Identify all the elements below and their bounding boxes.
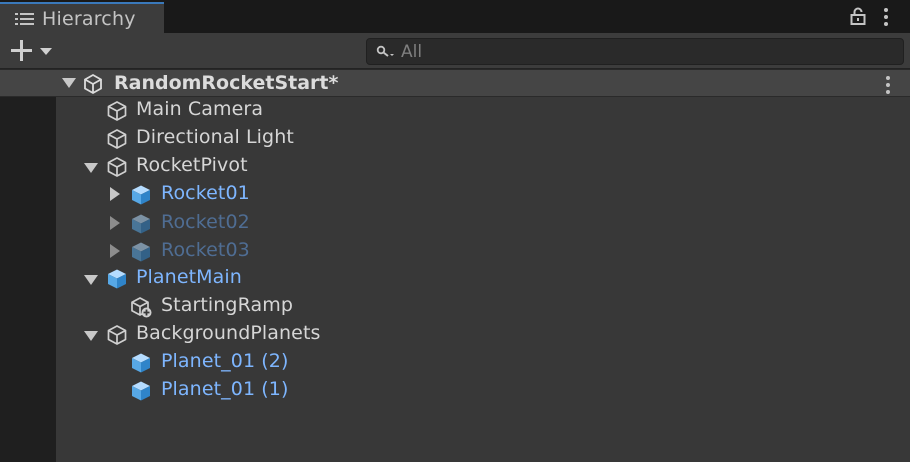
hierarchy-item-planet-01-2[interactable]: Planet_01 (2)	[56, 349, 910, 377]
hierarchy-item-planet-main[interactable]: PlanetMain	[56, 265, 910, 293]
foldout-collapsed-icon[interactable]	[110, 216, 120, 230]
foldout-expanded-icon[interactable]	[62, 78, 76, 88]
item-label: Planet_01 (2)	[161, 350, 289, 372]
scene-header[interactable]: RandomRocketStart*	[0, 70, 910, 97]
hierarchy-item-rocket03[interactable]: Rocket03	[56, 238, 910, 266]
hierarchy-item-rocket02[interactable]: Rocket02	[56, 210, 910, 238]
prefab-icon	[132, 242, 150, 262]
item-label: Planet_01 (1)	[161, 378, 289, 400]
prefab-icon	[108, 269, 126, 289]
hierarchy-item-rocket-pivot[interactable]: RocketPivot	[56, 153, 910, 181]
hierarchy-item-planet-01-1[interactable]: Planet_01 (1)	[56, 377, 910, 405]
search-field[interactable]	[366, 38, 904, 65]
foldout-collapsed-icon[interactable]	[110, 244, 120, 258]
prefab-icon	[132, 353, 150, 373]
gameobject-icon	[107, 325, 127, 345]
item-label: StartingRamp	[161, 294, 293, 316]
tab-menu-icon[interactable]	[884, 8, 888, 26]
scene-name: RandomRocketStart*	[114, 72, 339, 94]
foldout-expanded-icon[interactable]	[84, 331, 98, 341]
foldout-expanded-icon[interactable]	[84, 163, 98, 173]
item-label: PlanetMain	[136, 266, 242, 288]
item-label: Directional Light	[136, 126, 294, 148]
prefab-icon	[132, 381, 150, 401]
item-label: Main Camera	[136, 98, 264, 120]
search-icon	[376, 45, 394, 57]
added-gameobject-icon	[131, 297, 152, 318]
create-button[interactable]	[8, 38, 56, 64]
hierarchy-item-directional-light[interactable]: Directional Light	[56, 125, 910, 153]
item-label: RocketPivot	[136, 154, 248, 176]
item-label: Rocket03	[161, 239, 250, 261]
lock-icon[interactable]	[850, 7, 866, 25]
foldout-collapsed-icon[interactable]	[110, 187, 120, 201]
search-input[interactable]	[401, 41, 881, 62]
gameobject-icon	[107, 129, 127, 149]
hierarchy-gutter	[0, 70, 56, 462]
list-icon	[15, 11, 34, 27]
scene-menu-icon[interactable]	[886, 76, 890, 94]
gameobject-icon	[107, 101, 127, 121]
prefab-icon	[132, 214, 150, 234]
toolbar	[0, 33, 910, 69]
prefab-icon	[132, 185, 150, 205]
item-label: Rocket02	[161, 211, 250, 233]
foldout-expanded-icon[interactable]	[84, 275, 98, 285]
gameobject-icon	[107, 157, 127, 177]
tab-title: Hierarchy	[42, 7, 136, 30]
item-label: Rocket01	[161, 182, 250, 204]
item-label: BackgroundPlanets	[136, 322, 321, 344]
hierarchy-item-main-camera[interactable]: Main Camera	[56, 97, 910, 125]
hierarchy-item-starting-ramp[interactable]: StartingRamp	[56, 293, 910, 321]
tab-bar: Hierarchy	[0, 0, 910, 33]
hierarchy-item-background-planets[interactable]: BackgroundPlanets	[56, 321, 910, 349]
tab-hierarchy[interactable]: Hierarchy	[0, 2, 164, 33]
hierarchy-item-rocket01[interactable]: Rocket01	[56, 181, 910, 209]
unity-scene-icon	[84, 73, 102, 95]
chevron-down-icon	[40, 48, 52, 55]
